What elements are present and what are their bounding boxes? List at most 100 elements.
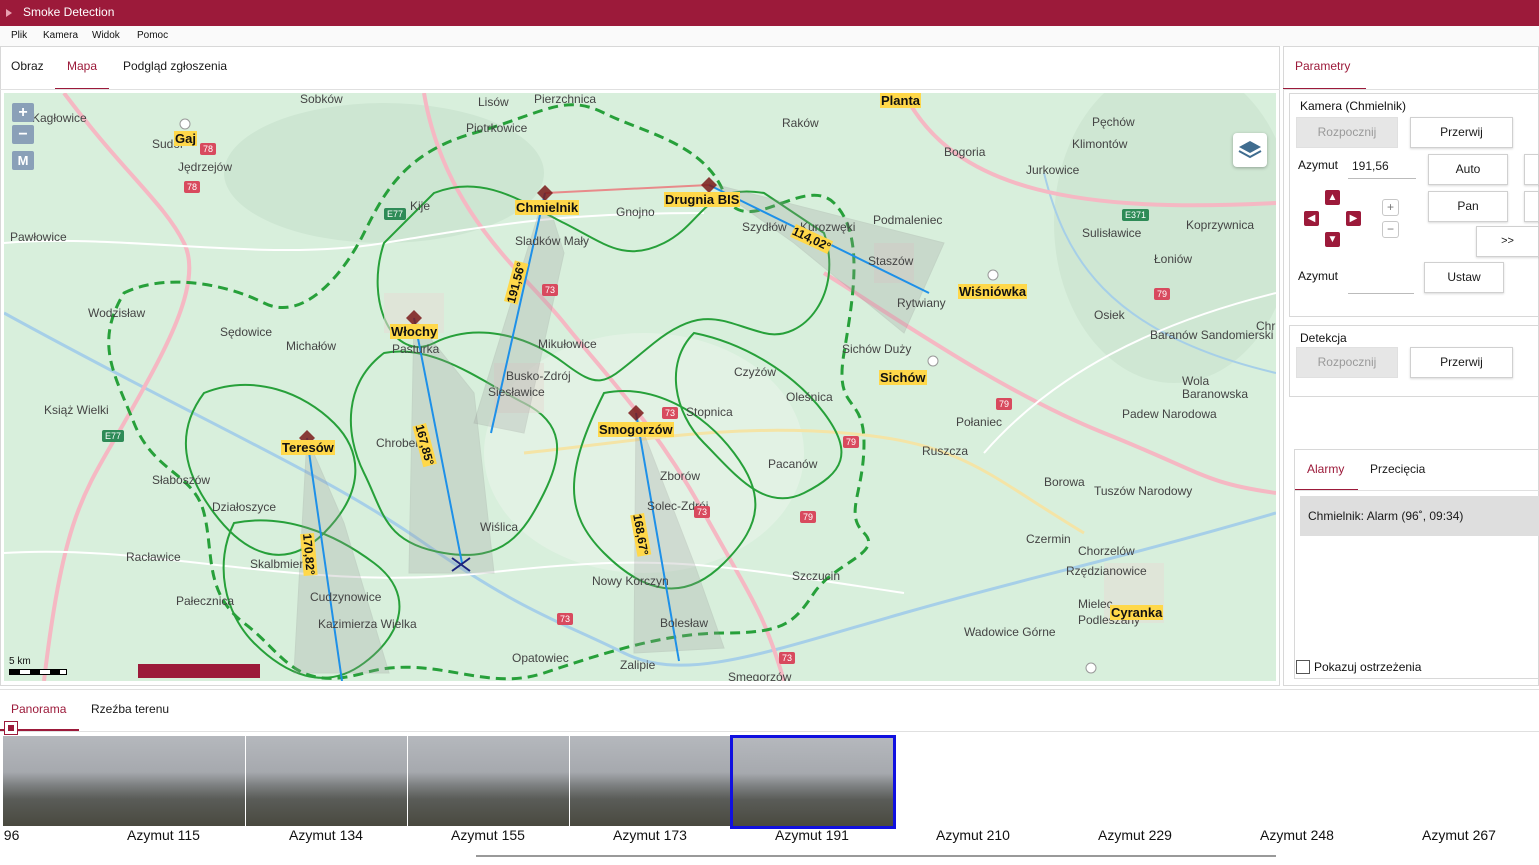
tab-podglad-zgloszenia[interactable]: Podgląd zgłoszenia [123,46,227,90]
map-place-label: Słaboszów [152,473,211,487]
set-azimuth-button[interactable]: Ustaw [1424,262,1504,293]
map-place-label: Sędowice [220,325,273,339]
menu-widok[interactable]: Widok [92,30,120,41]
map-place-label: Piotrkowice [466,121,528,135]
panorama-label: Azymut 115 [127,827,200,843]
map-place-label: Kazimierza Wielka [318,617,417,631]
camera-label[interactable]: Smogorzów [598,422,674,437]
panorama-scrollbar[interactable] [476,855,1276,857]
pan-left-button[interactable]: ◀ [1304,211,1319,226]
panorama-thumb[interactable] [570,736,731,826]
map-place-label: Pacanów [768,457,818,471]
tab-przeciecia[interactable]: Przecięcia [1370,449,1425,491]
map-place-label: Sichów Duży [842,342,912,356]
auto-button[interactable]: Auto [1428,154,1508,185]
alarm-list-item[interactable]: Chmielnik: Alarm (96˚, 09:34) [1300,496,1539,536]
map-place-label: Zborów [660,469,701,483]
map-status-bar [138,664,260,678]
panorama-label: Azymut 134 [289,827,363,843]
extra-button-2[interactable] [1524,191,1539,222]
extra-button-1[interactable] [1524,154,1539,185]
panorama-thumb[interactable] [408,736,569,826]
road-shield: 79 [996,398,1013,410]
panorama-label: Azymut 191 [775,827,849,843]
app-title: Smoke Detection [23,5,115,19]
map-place-label: Pawłowice [10,230,67,244]
camera-group-title: Kamera (Chmielnik) [1300,99,1407,113]
map-view[interactable]: Kagłowice Sudoł Jędrzejów Pawłowice Wodzisła… [4,93,1276,681]
panorama-collapse-button[interactable] [4,721,18,735]
map-place-label: Siesławice [488,385,545,399]
map-place-label: Padew Narodowa [1122,407,1217,421]
pan-right-button[interactable]: ▶ [1346,211,1361,226]
tab-rzezba-terenu[interactable]: Rzeźba terenu [91,689,169,731]
layers-button[interactable] [1233,133,1267,167]
road-shield: 73 [662,407,679,419]
map-place-label: Baranów Sandomierski [1150,328,1274,342]
road-shield: 79 [1154,288,1171,300]
road-shield: E77 [102,430,125,442]
panorama-label: Azymut 267 [1422,827,1496,843]
camera-label[interactable]: Włochy [390,324,439,339]
panorama-thumb-selected[interactable] [730,735,896,829]
show-warnings-label: Pokazuj ostrzeżenia [1314,660,1422,674]
camera-stop-button[interactable]: Przerwij [1410,117,1513,148]
camera-label[interactable]: Teresów [281,440,335,455]
menu-pomoc[interactable]: Pomoc [137,30,168,41]
map-place-label: Sladków Mały [515,234,590,248]
map-place-label: Działoszyce [212,500,277,514]
map-place-label: Stopnica [686,405,733,419]
detection-start-button[interactable]: Rozpocznij [1296,347,1398,378]
pan-down-button[interactable]: ▼ [1325,232,1340,247]
map-place-label: Kagłowice [32,111,87,125]
app-icon [6,9,12,17]
azimuth-set-field[interactable] [1348,270,1414,294]
layers-icon [1238,141,1262,159]
panorama-thumb[interactable] [3,736,84,826]
panorama-label: t 96 [0,827,20,843]
azimuth-value-field[interactable]: 191,56 [1348,155,1416,179]
road-shield: 78 [184,181,201,193]
tab-mapa[interactable]: Mapa [55,46,110,90]
map-place-label: Chr [1256,319,1276,333]
map-place-label: Mikułowice [538,337,597,351]
camera-label[interactable]: Drugnia BIS [664,192,741,207]
map-place-label: Kije [410,199,431,213]
map-place-label: Wiślica [480,520,518,534]
detection-stop-button[interactable]: Przerwij [1410,347,1513,378]
show-warnings-checkbox[interactable] [1296,660,1310,674]
zoom-minus-button[interactable]: − [1382,221,1399,238]
pan-button[interactable]: Pan [1428,191,1508,222]
alarm-tab-divider [1295,490,1539,491]
panorama-label: Azymut 210 [936,827,1010,843]
panorama-thumb[interactable] [84,736,245,826]
map-place-label: Borowa [1044,475,1085,489]
map-place-label: Cudzynowice [310,590,382,604]
map-place-label: Raków [782,116,819,130]
zoom-out-button[interactable]: − [12,125,34,144]
more-button[interactable]: >> [1476,226,1539,257]
map-place-label: Wadowice Górne [964,625,1056,639]
menu-plik[interactable]: Plik [11,30,27,41]
map-place-label: Nowy Korczyn [592,574,669,588]
tab-obraz[interactable]: Obraz [11,46,44,90]
road-shield: 78 [200,143,217,155]
bottom-tab-divider [0,731,1539,732]
camera-label[interactable]: Chmielnik [515,200,580,215]
map-place-label: Bolesław [660,616,709,630]
zoom-in-button[interactable]: + [12,103,34,122]
panorama-thumb[interactable] [246,736,407,826]
camera-start-button[interactable]: Rozpocznij [1296,117,1398,148]
pan-up-button[interactable]: ▲ [1325,190,1340,205]
menu-kamera[interactable]: Kamera [43,30,78,41]
tab-parametry[interactable]: Parametry [1283,46,1366,90]
tab-alarmy[interactable]: Alarmy [1295,449,1358,491]
road-shield: 73 [779,652,796,664]
map-place-label: Jędrzejów [178,160,233,174]
zoom-plus-button[interactable]: + [1382,199,1399,216]
map-place-label: Rzędzianowice [1066,564,1147,578]
map-place-label: Sobków [300,93,343,106]
azimuth-label-2: Azymut [1298,269,1339,283]
scale-label: 5 km [9,656,31,667]
map-mode-button[interactable]: M [12,151,34,170]
